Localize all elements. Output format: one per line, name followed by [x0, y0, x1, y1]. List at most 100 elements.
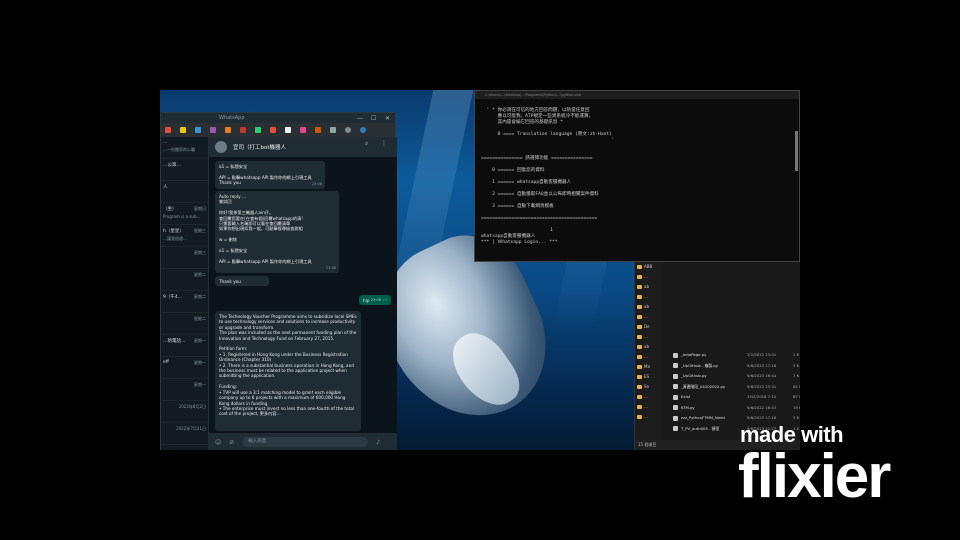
extension-icon[interactable]: [180, 127, 186, 133]
terminal-scrollbar[interactable]: [795, 131, 798, 171]
terminal-output[interactable]: ' * 你必須在可信的地方回答問題，以防當任意回 應以可能我，ATP規定一些異系…: [475, 99, 799, 249]
chat-list-item[interactable]: 9（午4… 星期二: [161, 291, 208, 313]
chat-list-item[interactable]: （坐） 星期日 Program is a sub...: [161, 203, 208, 225]
chat-list-item[interactable]: 星期一: [161, 379, 208, 401]
file-icon: [673, 405, 678, 410]
profile-icon[interactable]: [345, 127, 351, 133]
chat-list-time: 2022年7月21日: [176, 426, 206, 431]
extension-icon[interactable]: [300, 127, 306, 133]
long-message-bubble[interactable]: The Technology Voucher Programme aims to…: [215, 311, 361, 431]
folder-icon: [637, 415, 642, 419]
terminal-titlebar[interactable]: C:\Users\…\Desktop\…\Programs\Python\…\p…: [475, 91, 799, 99]
chat-list-item[interactable]: h（星星） 星期三 …讓我很遠…: [161, 225, 208, 247]
file-row[interactable]: _UpGithub.py 9/6/2023 16:44 3 K: [665, 371, 800, 382]
terminal-window[interactable]: C:\Users\…\Desktop\…\Programs\Python\…\p…: [474, 90, 800, 262]
folder-tree-item[interactable]: …: [635, 392, 663, 402]
extension-icon[interactable]: [255, 127, 261, 133]
folder-tree-item[interactable]: ab: [635, 282, 663, 292]
search-icon[interactable]: ⌕: [365, 140, 368, 148]
folder-tree-item[interactable]: …: [635, 332, 663, 342]
file-row[interactable]: Exist 15/5/2018 7:12 87 K: [665, 392, 800, 403]
chat-list-item[interactable]: 星期三: [161, 247, 208, 269]
chat-header[interactable]: 宜司（打工bot機器人: [209, 137, 397, 157]
microphone-icon[interactable]: ♪: [376, 439, 380, 446]
more-options-icon[interactable]: ⋮: [381, 140, 387, 147]
file-row[interactable]: KTM.py 9/6/2022 16:43 19 K: [665, 403, 800, 414]
folder-tree-item[interactable]: …: [635, 352, 663, 362]
folder-tree-item[interactable]: ab: [635, 342, 663, 352]
extension-icon[interactable]: [165, 127, 171, 133]
extension-icon[interactable]: [270, 127, 276, 133]
folder-icon: [637, 375, 642, 379]
message-text: Auto reply … 嘗試回 你好!我係第三機器人ain仔。 會回覆您要在(…: [219, 194, 312, 264]
file-name: _UpGithub - 複製.py: [681, 362, 719, 368]
file-name: _InitePage.py: [681, 352, 707, 357]
chat-list-item[interactable]: … …一份國家的公職: [161, 137, 208, 159]
message-text: The Technology Voucher Programme aims to…: [219, 314, 357, 417]
folder-tree-item[interactable]: Ma: [635, 362, 663, 372]
extension-icon[interactable]: [195, 127, 201, 133]
file-row[interactable]: _資產階段_04202022.py 9/6/2023 23:31 62 K: [665, 382, 800, 393]
file-size: 3 K: [793, 373, 800, 378]
folder-tree-item[interactable]: …: [635, 272, 663, 282]
folder-tree-item[interactable]: De: [635, 322, 663, 332]
message-input[interactable]: 輸入訊息: [242, 437, 369, 447]
chat-list-name: eff: [163, 360, 169, 365]
file-icon: [673, 352, 678, 358]
extension-icon[interactable]: [285, 127, 291, 133]
message-bubble[interactable]: Thank you: [215, 276, 269, 286]
file-row[interactable]: _UpGithub - 複製.py 9/6/2023 17:18 5 K: [665, 361, 800, 372]
watermark-logo: flixier: [738, 442, 891, 511]
file-name: _資產階段_04202022.py: [681, 383, 726, 389]
folder-label: …: [644, 314, 648, 319]
folder-icon: [637, 345, 642, 349]
emoji-icon[interactable]: ☺: [215, 439, 221, 446]
extension-icon[interactable]: [330, 127, 336, 133]
folder-tree-item[interactable]: …: [635, 412, 663, 422]
chat-list-item[interactable]: 星期二: [161, 269, 208, 291]
extension-icon[interactable]: [315, 127, 321, 133]
chat-list-item[interactable]: eff 星期一: [161, 357, 208, 379]
message-time: 23:08: [325, 265, 336, 270]
message-bubble[interactable]: Auto reply … 嘗試回 你好!我係第三機器人ain仔。 會回覆您要在(…: [215, 191, 339, 273]
chat-list-item[interactable]: …公眾…: [161, 159, 208, 181]
message-bubble[interactable]: a1 = 私隱安全 API = 點擊whatsapp API 製作你的網上引現工…: [215, 161, 325, 189]
file-date: 9/6/2023 16:44: [747, 373, 777, 378]
close-button[interactable]: ✕: [385, 114, 390, 124]
chat-list-item[interactable]: 星期二: [161, 313, 208, 335]
folder-label: ABB: [644, 264, 653, 269]
folder-tree-item[interactable]: Se: [635, 382, 663, 392]
folder-tree-item[interactable]: ab: [635, 302, 663, 312]
attach-icon[interactable]: ⊘: [229, 439, 234, 446]
folder-label: …: [644, 414, 648, 419]
folder-tree-item[interactable]: ABB: [635, 262, 663, 272]
folder-icon: [637, 275, 642, 279]
chat-list-item[interactable]: 2022年8月2日: [161, 401, 208, 423]
chat-list-item[interactable]: 人: [161, 181, 208, 203]
bing-icon[interactable]: [360, 127, 366, 133]
file-size: 2 K: [793, 352, 800, 357]
chat-list-item[interactable]: 2022年7月21日: [161, 423, 208, 445]
extension-icon[interactable]: [210, 127, 216, 133]
whatsapp-window[interactable]: WhatsApp — ☐ ✕ … …一份國家的公職 …公眾… 人 （坐） 星期日…: [160, 112, 397, 450]
minimize-button[interactable]: —: [357, 114, 363, 124]
chat-list-item[interactable]: …熱電話… 星期一: [161, 335, 208, 357]
extension-icon[interactable]: [240, 127, 246, 133]
whatsapp-titlebar[interactable]: WhatsApp — ☐ ✕: [161, 113, 395, 123]
chat-list-time: 星期三: [194, 228, 206, 233]
avatar[interactable]: [215, 141, 227, 153]
file-name: KTM.py: [681, 404, 695, 410]
folder-tree-item[interactable]: …: [635, 292, 663, 302]
folder-icon: [637, 355, 642, 359]
file-list-spacer: [665, 262, 800, 350]
extension-icon[interactable]: [225, 127, 231, 133]
folder-tree-item[interactable]: …: [635, 402, 663, 412]
message-text: hip: [363, 298, 370, 303]
folder-tree-item[interactable]: …: [635, 312, 663, 322]
outgoing-message[interactable]: hip 23:08 ✓✓: [359, 295, 391, 305]
file-date: 9/6/2022 16:43: [747, 404, 777, 410]
folder-tree-item[interactable]: ES: [635, 372, 663, 382]
chat-list-preview: Program is a sub...: [163, 214, 201, 219]
file-row[interactable]: _InitePage.py 7/2/2022 23:01 2 K: [665, 350, 800, 361]
maximize-button[interactable]: ☐: [371, 114, 376, 124]
